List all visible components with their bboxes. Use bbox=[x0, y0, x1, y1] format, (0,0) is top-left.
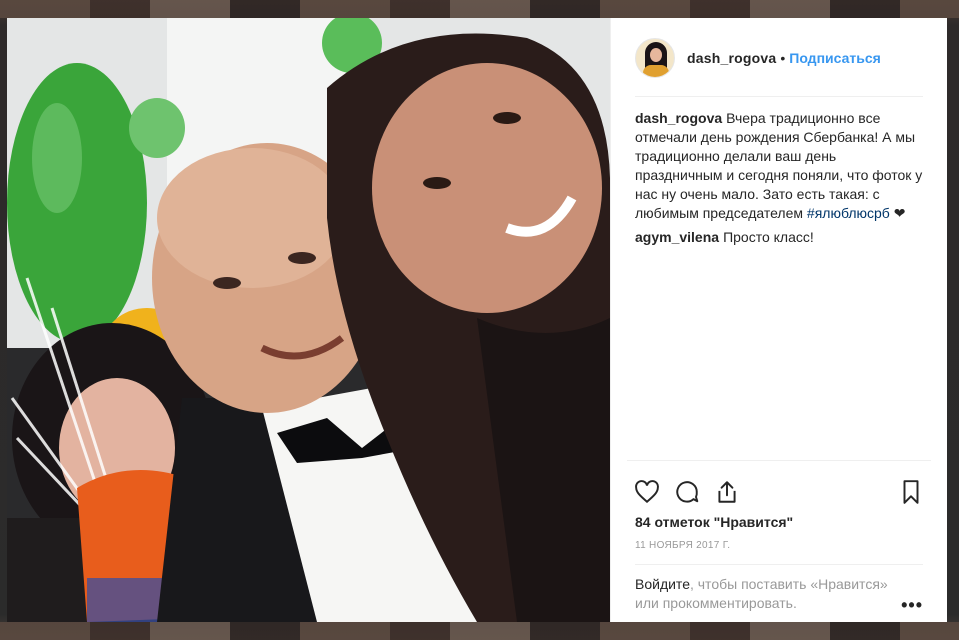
header-user-line: dash_rogova • Подписаться bbox=[687, 50, 881, 66]
photo-illustration bbox=[7, 18, 610, 622]
follow-button[interactable]: Подписаться bbox=[789, 50, 881, 66]
post-photo[interactable] bbox=[7, 18, 610, 622]
comments-list: dash_rogova Вчера традиционно все отмечал… bbox=[611, 97, 947, 460]
post-modal: dash_rogova • Подписаться dash_rogova Вче… bbox=[7, 18, 947, 622]
post-side-panel: dash_rogova • Подписаться dash_rogova Вче… bbox=[610, 18, 947, 622]
login-prompt-text: Войдите, чтобы поставить «Нравится» или … bbox=[635, 575, 901, 613]
comment-author-link[interactable]: dash_rogova bbox=[635, 110, 722, 126]
post-header: dash_rogova • Подписаться bbox=[635, 18, 923, 97]
more-options-button[interactable]: ••• bbox=[901, 595, 923, 616]
header-username-link[interactable]: dash_rogova bbox=[687, 50, 776, 66]
avatar-body bbox=[643, 65, 669, 77]
header-separator: • bbox=[780, 50, 786, 66]
comment-bubble-icon bbox=[676, 480, 699, 503]
login-link[interactable]: Войдите bbox=[635, 576, 690, 592]
caption-comment: dash_rogova Вчера традиционно все отмечал… bbox=[635, 109, 923, 223]
action-bar bbox=[627, 460, 931, 512]
share-button[interactable] bbox=[707, 472, 747, 512]
like-button[interactable] bbox=[627, 472, 667, 512]
save-button[interactable] bbox=[891, 472, 931, 512]
heart-outline-icon bbox=[635, 479, 659, 503]
list-item-comment: agym_vilena Просто класс! bbox=[635, 228, 923, 247]
likes-count[interactable]: 84 отметок "Нравится" bbox=[611, 512, 947, 534]
share-icon bbox=[718, 480, 736, 503]
avatar-face bbox=[650, 48, 662, 62]
bookmark-icon bbox=[903, 479, 919, 504]
heart-emoji: ❤ bbox=[893, 205, 906, 221]
comment-text: Просто класс! bbox=[723, 229, 814, 245]
login-prompt: Войдите, чтобы поставить «Нравится» или … bbox=[635, 564, 923, 622]
background-feed-strip-bottom bbox=[0, 622, 959, 640]
post-date[interactable]: 11 ноября 2017 г. bbox=[611, 534, 947, 564]
background-feed-strip-top bbox=[0, 0, 959, 18]
comment-button[interactable] bbox=[667, 472, 707, 512]
comment-author-link[interactable]: agym_vilena bbox=[635, 229, 719, 245]
avatar[interactable] bbox=[635, 38, 675, 78]
hashtag-link[interactable]: #ялюблюсрб bbox=[807, 205, 890, 221]
